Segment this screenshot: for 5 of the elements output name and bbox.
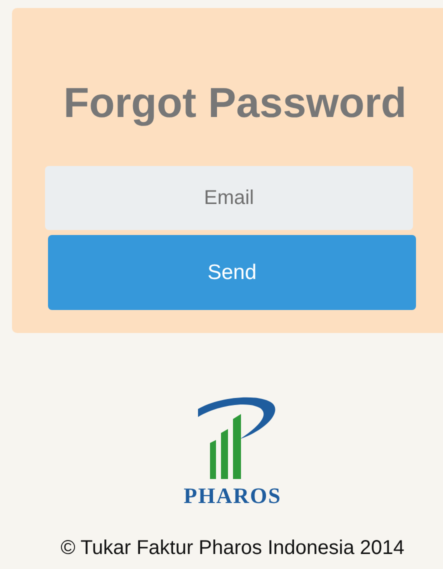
copyright-text: © Tukar Faktur Pharos Indonesia 2014	[60, 537, 406, 560]
email-field[interactable]: Email	[45, 166, 413, 230]
page-title: Forgot Password	[62, 78, 408, 128]
send-button[interactable]: Send	[48, 235, 416, 310]
logo-text: PHAROS	[184, 483, 282, 509]
